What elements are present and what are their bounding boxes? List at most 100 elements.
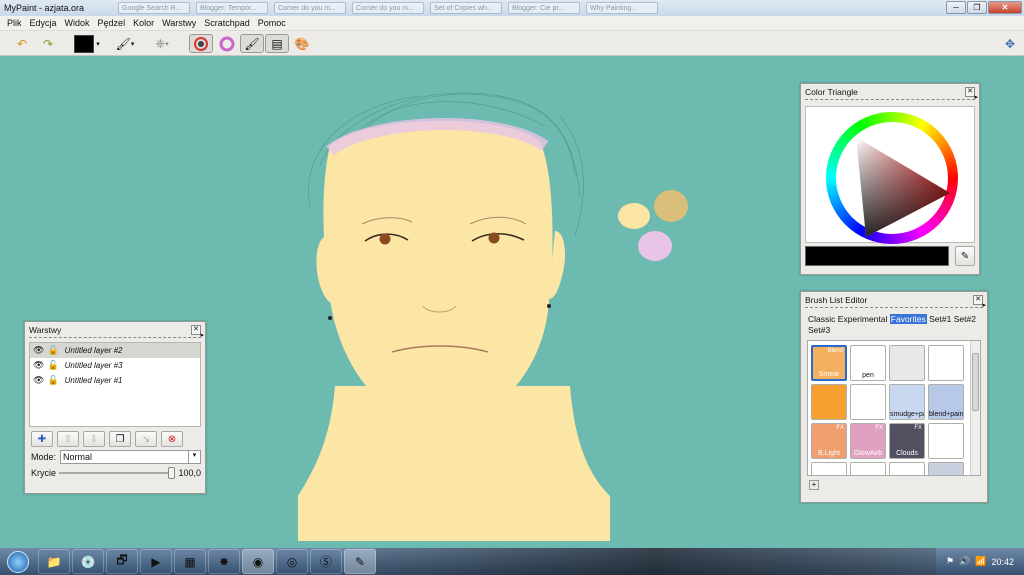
- lock-icon[interactable]: 🔓: [47, 375, 58, 386]
- left-eye: [379, 233, 391, 245]
- clock[interactable]: 20:42: [991, 557, 1014, 567]
- delete-layer-button[interactable]: ⊗: [161, 431, 183, 447]
- volume-icon[interactable]: 🔊: [959, 556, 970, 567]
- layers-toggle[interactable]: ▤: [265, 34, 289, 53]
- undo-icon[interactable]: ↶: [12, 34, 32, 53]
- layer-row[interactable]: 👁 🔓 Untitled layer #2: [30, 343, 200, 358]
- menu-widok[interactable]: Widok: [61, 18, 94, 28]
- flag-icon[interactable]: ⚑: [946, 556, 954, 567]
- fullscreen-icon[interactable]: ✥: [1000, 34, 1020, 53]
- notes-task[interactable]: ▦: [174, 549, 206, 574]
- menu-edycja[interactable]: Edycja: [26, 18, 61, 28]
- add-brush-icon[interactable]: +: [809, 480, 819, 490]
- brush-item[interactable]: [889, 345, 925, 381]
- close-button[interactable]: ✕: [988, 1, 1022, 14]
- lock-icon[interactable]: 🔓: [47, 345, 58, 356]
- brush-item[interactable]: [850, 384, 886, 420]
- taskbar: 📁 💿 🗗 ▶ ▦ ✸ ◉ ◎ Ⓢ ✎ ⚑ 🔊 📶 20:42: [0, 548, 1024, 575]
- brush-list-toggle[interactable]: 🖌: [240, 34, 264, 53]
- background-tab[interactable]: Google Search R...: [118, 2, 190, 14]
- opacity-slider[interactable]: [59, 467, 176, 479]
- eye-icon[interactable]: 👁: [33, 375, 44, 386]
- scrollbar[interactable]: [970, 341, 980, 475]
- brush-item[interactable]: FX Clouds: [889, 423, 925, 459]
- tab-set3[interactable]: Set#3: [808, 325, 830, 335]
- menu-kolor[interactable]: Kolor: [129, 18, 158, 28]
- layer-row[interactable]: 👁 🔓 Untitled layer #1: [30, 373, 200, 388]
- brush-item[interactable]: [889, 462, 925, 475]
- skype-task[interactable]: Ⓢ: [310, 549, 342, 574]
- brush-item[interactable]: [811, 384, 847, 420]
- merge-layer-button[interactable]: ↘: [135, 431, 157, 447]
- left-earring: [328, 316, 332, 320]
- saturation-value-triangle[interactable]: [806, 107, 978, 244]
- brush-tag: FX: [875, 425, 883, 431]
- minimize-button[interactable]: ─: [946, 1, 966, 14]
- color-ring-button[interactable]: [215, 34, 239, 53]
- brush-dropdown-button[interactable]: 🖌 ▾: [110, 34, 140, 53]
- background-tab[interactable]: Blogger: Cie pr...: [508, 2, 580, 14]
- blend-mode-select[interactable]: Normal ▾: [60, 450, 201, 464]
- layers-icon: ▤: [271, 36, 283, 51]
- windows-task[interactable]: 🗗: [106, 549, 138, 574]
- menu-pomoc[interactable]: Pomoc: [254, 18, 290, 28]
- eye-icon[interactable]: 👁: [33, 360, 44, 371]
- start-button[interactable]: [0, 549, 36, 575]
- background-tab[interactable]: Corner do you m...: [274, 2, 346, 14]
- background-tab[interactable]: Blogger: Tempor...: [196, 2, 268, 14]
- brush-item[interactable]: [928, 423, 964, 459]
- explorer-task[interactable]: 📁: [38, 549, 70, 574]
- brush-item[interactable]: smudge+paint: [889, 384, 925, 420]
- layer-name: Untitled layer #2: [64, 346, 123, 355]
- brush-item[interactable]: FX GlowAirb: [850, 423, 886, 459]
- add-layer-button[interactable]: ✚: [31, 431, 53, 447]
- menu-warstwy[interactable]: Warstwy: [158, 18, 200, 28]
- tab-experimental[interactable]: Experimental: [838, 314, 888, 324]
- tab-set1[interactable]: Set#1: [929, 314, 951, 324]
- menu-pedzel[interactable]: Pędzel: [94, 18, 130, 28]
- color-triangle-widget[interactable]: [805, 106, 978, 244]
- disc-task[interactable]: 💿: [72, 549, 104, 574]
- menu-scratchpad[interactable]: Scratchpad: [200, 18, 254, 28]
- lock-icon[interactable]: 🔓: [47, 360, 58, 371]
- tab-classic[interactable]: Classic: [808, 314, 835, 324]
- slider-handle[interactable]: [168, 467, 176, 479]
- redo-icon[interactable]: ↷: [38, 34, 58, 53]
- face-shape: [323, 120, 553, 428]
- brush-item[interactable]: [811, 462, 847, 475]
- chrome-task[interactable]: ◎: [276, 549, 308, 574]
- brush-item[interactable]: [850, 462, 886, 475]
- color-picker-button[interactable]: ▾: [72, 34, 102, 53]
- mypaint-task[interactable]: ✎: [344, 549, 376, 574]
- duplicate-layer-button[interactable]: ❐: [109, 431, 131, 447]
- paint-task[interactable]: ✸: [208, 549, 240, 574]
- eyedropper-button[interactable]: ✎: [955, 246, 975, 266]
- color-wheel-icon: [194, 36, 208, 51]
- tab-favorites[interactable]: Favorites: [889, 314, 927, 324]
- background-tab[interactable]: Corner do you m...: [352, 2, 424, 14]
- brush-item[interactable]: blend+paint: [928, 384, 964, 420]
- brush-item[interactable]: Pencil: [928, 462, 964, 475]
- background-tab[interactable]: Set of Copies wh...: [430, 2, 502, 14]
- eye-icon[interactable]: 👁: [33, 345, 44, 356]
- network-icon[interactable]: 📶: [975, 556, 986, 567]
- move-layer-down-button[interactable]: ⇩: [83, 431, 105, 447]
- menu-plik[interactable]: Plik: [3, 18, 26, 28]
- move-layer-up-button[interactable]: ⇧: [57, 431, 79, 447]
- panel-grip[interactable]: [805, 93, 978, 104]
- maximize-button[interactable]: ❐: [967, 1, 987, 14]
- layer-row[interactable]: 👁 🔓 Untitled layer #3: [30, 358, 200, 373]
- color-sampler-toggle[interactable]: [189, 34, 213, 53]
- settings-dropdown-button[interactable]: ❈ ▾: [147, 34, 177, 53]
- brush-item[interactable]: pen: [850, 345, 886, 381]
- panel-grip[interactable]: [805, 301, 986, 312]
- media-task[interactable]: ▶: [140, 549, 172, 574]
- background-tab[interactable]: Why Painting...: [586, 2, 658, 14]
- brush-item[interactable]: FX B.Light: [811, 423, 847, 459]
- tab-set2[interactable]: Set#2: [954, 314, 976, 324]
- firefox-task[interactable]: ◉: [242, 549, 274, 574]
- palette-button[interactable]: 🎨: [292, 34, 312, 53]
- brush-item[interactable]: Blend Smear: [811, 345, 847, 381]
- brush-item[interactable]: [928, 345, 964, 381]
- panel-grip[interactable]: [29, 331, 204, 342]
